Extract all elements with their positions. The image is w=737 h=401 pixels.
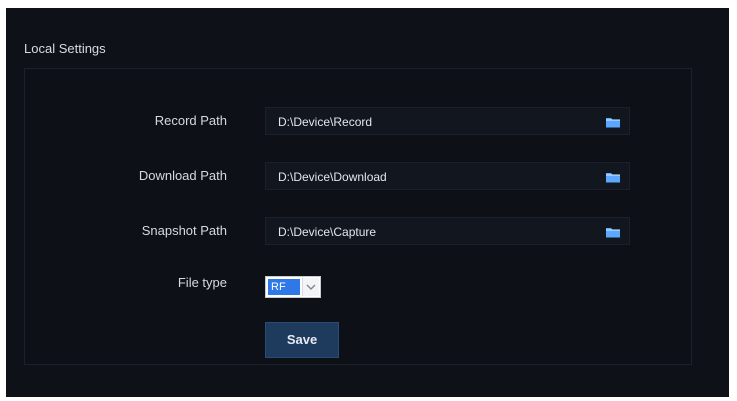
record-path-value: D:\Device\Record <box>278 115 373 129</box>
file-type-select[interactable]: RF <box>265 276 321 298</box>
snapshot-path-value: D:\Device\Capture <box>278 225 377 239</box>
chevron-down-icon[interactable] <box>302 278 319 296</box>
local-settings-screen: Local Settings Record Path D:\Device\Rec… <box>6 8 729 397</box>
folder-icon[interactable] <box>605 170 621 184</box>
download-path-label: Download Path <box>138 168 227 183</box>
snapshot-path-field[interactable]: D:\Device\Capture <box>265 217 630 245</box>
record-path-label: Record Path <box>154 113 227 128</box>
download-path-value: D:\Device\Download <box>278 170 387 184</box>
folder-icon[interactable] <box>605 225 621 239</box>
file-type-label: File type <box>177 275 227 290</box>
download-path-field[interactable]: D:\Device\Download <box>265 162 630 190</box>
record-path-field[interactable]: D:\Device\Record <box>265 107 630 135</box>
settings-panel: Record Path D:\Device\Record Download Pa… <box>24 68 692 365</box>
snapshot-path-label: Snapshot Path <box>141 223 227 238</box>
file-type-selected: RF <box>268 279 300 295</box>
save-button[interactable]: Save <box>265 322 339 358</box>
section-title: Local Settings <box>24 41 106 56</box>
folder-icon[interactable] <box>605 115 621 129</box>
